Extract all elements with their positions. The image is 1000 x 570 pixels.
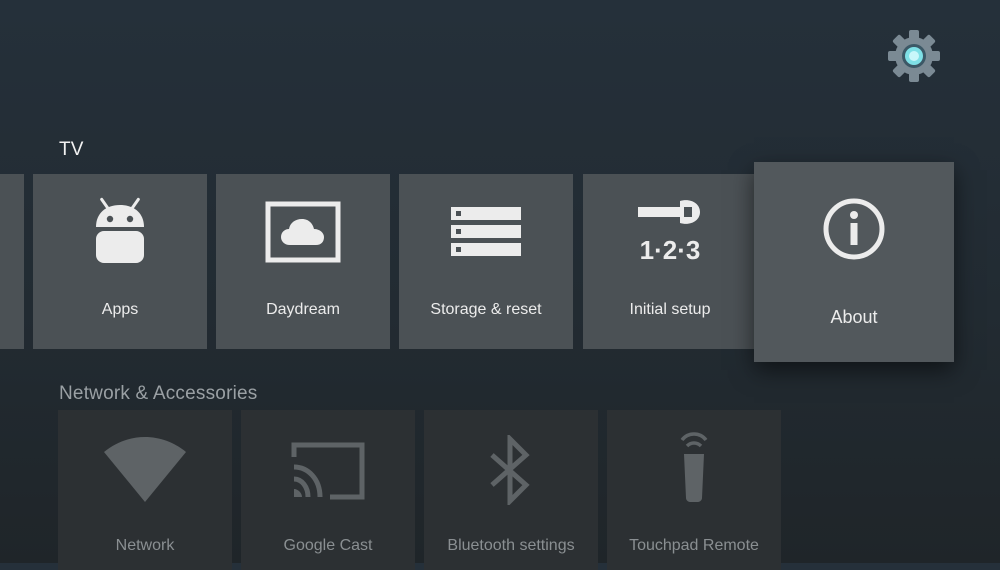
storage-icon xyxy=(399,196,573,268)
card-network[interactable]: Network xyxy=(58,410,232,570)
card-daydream[interactable]: Daydream xyxy=(216,174,390,349)
info-icon xyxy=(754,192,954,266)
card-initial-setup[interactable]: 1·2·3 Initial setup xyxy=(583,174,757,349)
card-daydream-label: Daydream xyxy=(266,301,340,318)
section-title-tv: TV xyxy=(59,139,84,160)
card-touchpad-remote[interactable]: Touchpad Remote xyxy=(607,410,781,570)
card-bluetooth-settings[interactable]: Bluetooth settings xyxy=(424,410,598,570)
card-storage-reset[interactable]: Storage & reset xyxy=(399,174,573,349)
android-icon xyxy=(33,196,207,268)
setup-wrench-icon: 1·2·3 xyxy=(583,196,757,268)
card-touchpad-remote-label: Touchpad Remote xyxy=(629,537,759,554)
section-title-network: Network & Accessories xyxy=(59,383,258,404)
card-offscreen[interactable] xyxy=(0,174,24,349)
card-initial-setup-label: Initial setup xyxy=(629,301,711,318)
card-about-label: About xyxy=(830,307,878,327)
remote-icon xyxy=(607,430,781,502)
card-about[interactable]: About xyxy=(754,162,954,362)
card-storage-reset-label: Storage & reset xyxy=(430,301,542,318)
card-apps-label: Apps xyxy=(101,301,139,318)
bluetooth-icon xyxy=(424,434,598,506)
wifi-icon xyxy=(58,434,232,506)
card-google-cast-label: Google Cast xyxy=(283,537,373,554)
svg-text:1·2·3: 1·2·3 xyxy=(640,235,701,265)
cast-icon xyxy=(241,434,415,506)
settings-gear-icon[interactable] xyxy=(885,27,943,85)
card-bluetooth-settings-label: Bluetooth settings xyxy=(447,537,575,554)
card-apps[interactable]: Apps xyxy=(33,174,207,349)
card-google-cast[interactable]: Google Cast xyxy=(241,410,415,570)
daydream-icon xyxy=(216,196,390,268)
card-network-label: Network xyxy=(115,537,175,554)
